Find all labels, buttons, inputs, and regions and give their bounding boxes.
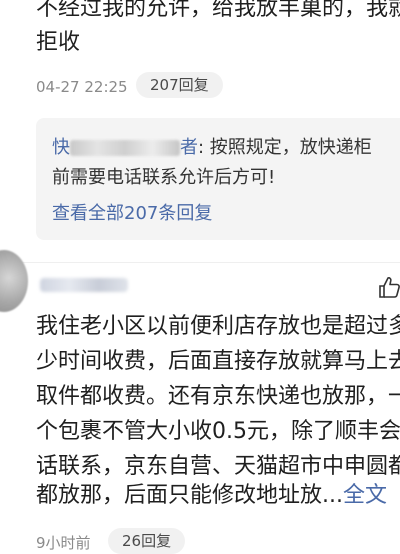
comment-2-text-line-1: 我住老小区以前便利店存放也是超过多 — [36, 314, 400, 339]
expand-full-text-link[interactable]: 全文 — [343, 483, 387, 508]
redacted-username[interactable] — [40, 278, 128, 292]
comment-2-text-line-3: 取件都收费。还有京东快递也放那，一 — [36, 384, 400, 409]
comment-divider — [0, 262, 400, 263]
comment-1-text-line-1: 不经过我的允许，给我放丰巢的，我就 — [36, 0, 400, 21]
comment-2-reply-count-button[interactable]: 26回复 — [108, 528, 186, 554]
comment-2-text-line-5: 话联系，京东自营、天猫超市中申圆都 — [36, 454, 400, 479]
redacted-username-blur — [70, 140, 180, 156]
reply-preview-line-2: 前需要电话联系允许后方可! — [52, 167, 276, 188]
avatar[interactable] — [0, 250, 28, 312]
reply-author-name-end[interactable]: 者 — [180, 137, 198, 158]
comment-2-truncated-text: 都放那，后面只能修改地址放... — [36, 483, 343, 508]
comment-1-timestamp: 04-27 22:25 — [36, 78, 128, 96]
thumbs-up-icon[interactable] — [378, 275, 400, 299]
reply-preview-line-1: 快 者: 按照规定，放快递柜 — [52, 133, 372, 163]
comment-1-reply-count-button[interactable]: 207回复 — [136, 72, 223, 98]
reply-author-name-start[interactable]: 快 — [52, 137, 70, 158]
comment-2-timestamp: 9小时前 — [36, 534, 91, 552]
view-all-replies-link[interactable]: 查看全部207条回复 — [52, 199, 212, 225]
comment-2-text-line-2: 少时间收费，后面直接存放就算马上去 — [36, 349, 400, 374]
comment-2-text-line-6: 都放那，后面只能修改地址放...全文 — [36, 481, 387, 511]
comment-1-text-line-2: 拒收 — [36, 30, 81, 55]
comment-2-text-line-4: 个包裹不管大小收0.5元，除了顺丰会 — [36, 419, 400, 444]
reply-text-part-1: : 按照规定，放快递柜 — [198, 137, 372, 158]
